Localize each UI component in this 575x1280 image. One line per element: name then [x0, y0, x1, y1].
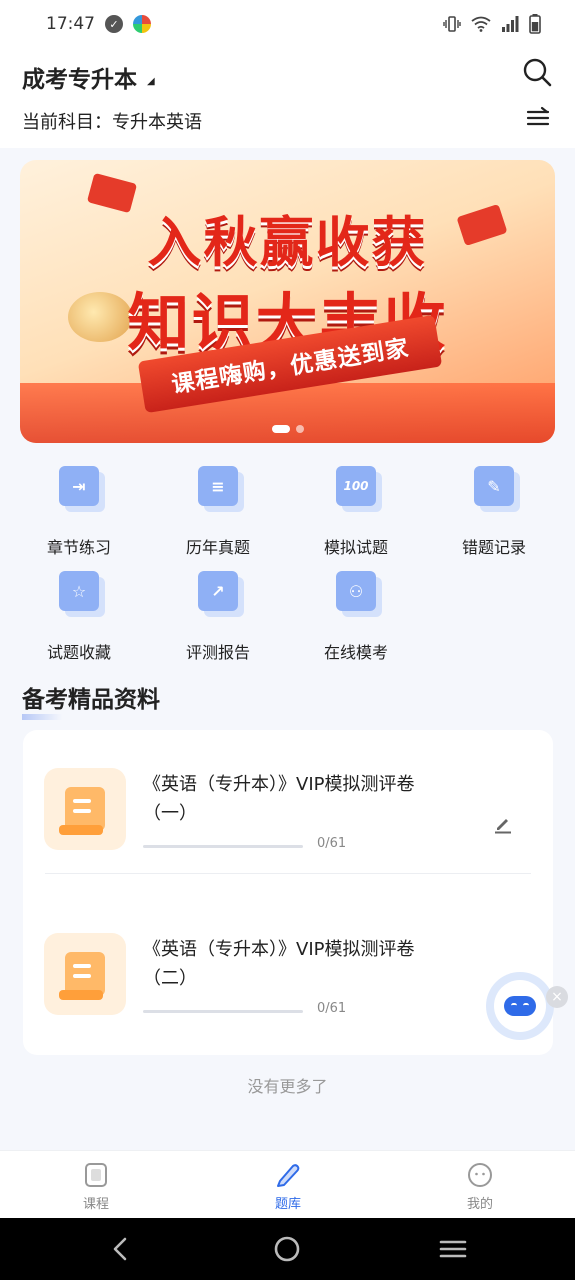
progress-count: 0/61	[317, 836, 347, 851]
feature-label: 评测报告	[185, 643, 250, 662]
feature-chapter-practice[interactable]: ⇥ 章节练习	[10, 458, 148, 558]
bottom-tab-bar: 课程 题库 我的	[0, 1150, 575, 1218]
item-title: 《英语（专升本）》VIP模拟测评卷（一）	[143, 774, 415, 824]
status-time: 17:47	[46, 14, 95, 34]
banner-dot[interactable]	[295, 425, 304, 433]
close-icon[interactable]: ×	[546, 986, 568, 1008]
recents-icon[interactable]	[438, 1234, 468, 1264]
book-icon	[44, 933, 126, 1015]
tab-label: 题库	[274, 1197, 301, 1212]
feature-past-exams[interactable]: ≡ 历年真题	[149, 458, 287, 558]
app-notification-icon	[133, 15, 151, 33]
section-title: 备考精品资料	[22, 680, 160, 720]
chapter-practice-icon: ⇥	[59, 466, 99, 506]
feature-label: 试题收藏	[46, 643, 111, 662]
past-exams-icon: ≡	[198, 466, 238, 506]
wifi-icon	[471, 16, 491, 32]
feature-favorites[interactable]: ☆ 试题收藏	[10, 563, 148, 663]
home-icon[interactable]	[272, 1234, 302, 1264]
no-more-text: 没有更多了	[247, 1077, 328, 1096]
profile-icon	[468, 1163, 492, 1187]
feature-wrong-questions[interactable]: ✎ 错题记录	[425, 458, 563, 558]
current-subject: 当前科目：专升本英语	[22, 112, 202, 133]
status-bar: 17:47 ✓	[0, 0, 575, 48]
back-icon[interactable]	[106, 1234, 136, 1264]
robot-icon	[504, 996, 536, 1016]
system-nav-bar	[0, 1218, 575, 1280]
tab-label: 课程	[82, 1197, 109, 1212]
favorites-icon: ☆	[59, 571, 99, 611]
online-exam-icon: ⚇	[336, 571, 376, 611]
header: 成考专升本 ◢ 当前科目：专升本英语	[0, 48, 575, 148]
tab-question-bank[interactable]: 题库	[228, 1151, 348, 1219]
search-icon[interactable]	[521, 56, 553, 88]
check-icon: ✓	[105, 15, 123, 33]
vibrate-icon	[443, 16, 461, 32]
list-item[interactable]: 《英语（专升本）》VIP模拟测评卷（二） 0/61	[23, 895, 553, 1055]
feature-label: 历年真题	[185, 538, 250, 557]
feature-report[interactable]: ↗ 评测报告	[149, 563, 287, 663]
question-bank-icon	[277, 1164, 300, 1187]
feature-label: 章节练习	[46, 538, 111, 557]
exam-selector[interactable]: 成考专升本 ◢	[22, 60, 155, 94]
feature-label: 错题记录	[461, 538, 526, 557]
edit-icon[interactable]	[493, 814, 513, 834]
feature-online-exam[interactable]: ⚇ 在线模考	[287, 563, 425, 663]
mock-questions-icon: 100	[336, 466, 376, 506]
item-title: 《英语（专升本）》VIP模拟测评卷（二）	[143, 939, 415, 989]
battery-icon	[529, 14, 541, 34]
feature-label: 模拟试题	[323, 538, 388, 557]
report-icon: ↗	[198, 571, 238, 611]
materials-list: 《英语（专升本）》VIP模拟测评卷（一） 0/61 《英语（专升本）》VIP模拟…	[23, 730, 553, 1055]
promo-banner[interactable]: 入秋赢收获 知识大丰收 课程嗨购，优惠送到家	[20, 160, 555, 443]
switch-subject-menu-icon[interactable]	[525, 106, 551, 130]
tab-mine[interactable]: 我的	[420, 1151, 540, 1219]
banner-headline-1: 入秋赢收获	[147, 211, 428, 274]
feature-mock-questions[interactable]: 100 模拟试题	[287, 458, 425, 558]
signal-icon	[502, 16, 519, 32]
banner-base-decoration	[20, 383, 555, 443]
progress-count: 0/61	[317, 1001, 347, 1016]
tab-courses[interactable]: 课程	[36, 1151, 156, 1219]
tab-label: 我的	[466, 1197, 493, 1212]
progress-bar	[143, 1010, 303, 1013]
wrong-questions-icon: ✎	[474, 466, 514, 506]
banner-dot-active[interactable]	[271, 425, 290, 433]
banner-pagination	[20, 425, 555, 433]
list-item[interactable]: 《英语（专升本）》VIP模拟测评卷（一） 0/61	[23, 730, 553, 895]
exam-title: 成考专升本	[22, 67, 137, 93]
assistant-float-button[interactable]	[486, 972, 554, 1040]
feature-label: 在线模考	[323, 643, 388, 662]
book-icon	[44, 768, 126, 850]
dropdown-triangle-icon: ◢	[147, 75, 155, 87]
courses-icon	[85, 1163, 107, 1187]
divider	[45, 873, 531, 874]
progress-bar	[143, 845, 303, 848]
